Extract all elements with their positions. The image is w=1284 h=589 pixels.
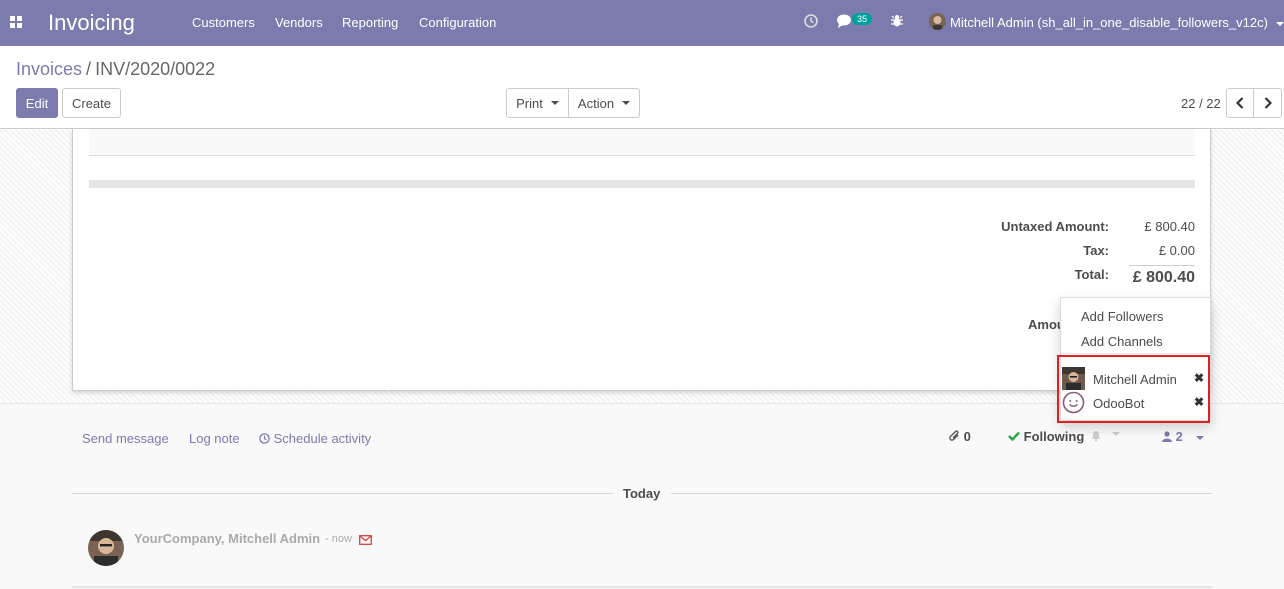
activity-clock-icon[interactable]	[804, 14, 818, 31]
chevron-down-icon	[1111, 432, 1120, 436]
apps-menu-icon[interactable]	[10, 16, 22, 28]
pager-value[interactable]: 22 / 22	[1181, 96, 1221, 111]
debug-bug-icon[interactable]	[891, 14, 903, 31]
pager-next-button[interactable]	[1253, 88, 1282, 118]
print-label: Print	[516, 95, 543, 111]
chevron-down-icon	[550, 101, 559, 105]
pager-previous-button[interactable]	[1226, 88, 1254, 118]
invoice-sheet: Untaxed Amount: £ 800.40 Tax: £ 0.00 Tot…	[72, 129, 1211, 391]
menu-configuration[interactable]: Configuration	[419, 15, 496, 30]
chevron-down-icon	[622, 101, 631, 105]
subscription-bell-dropdown[interactable]	[1090, 430, 1120, 445]
following-label: Following	[1023, 429, 1085, 444]
following-button[interactable]: Following	[1008, 429, 1084, 444]
menu-customers[interactable]: Customers	[192, 15, 255, 30]
invoice-lines-footer	[89, 180, 1195, 188]
check-icon	[1008, 431, 1020, 442]
date-separator-line	[671, 493, 1212, 494]
action-label: Action	[577, 95, 615, 111]
total-value: £ 800.40	[1132, 269, 1195, 286]
chevron-right-icon	[1264, 97, 1272, 109]
message-author-avatar[interactable]	[88, 530, 124, 566]
untaxed-amount-label: Untaxed Amount:	[1001, 219, 1109, 234]
menu-vendors[interactable]: Vendors	[275, 15, 323, 30]
action-dropdown-button[interactable]: Action	[568, 88, 640, 118]
bell-icon	[1091, 431, 1101, 442]
followers-button[interactable]: 2	[1162, 429, 1205, 444]
top-navbar: Invoicing Customers Vendors Reporting Co…	[0, 0, 1284, 46]
followers-highlight-box	[1057, 355, 1210, 423]
add-channels-item[interactable]: Add Channels	[1081, 334, 1163, 349]
attachments-button[interactable]: 0	[949, 429, 971, 444]
log-note-button[interactable]: Log note	[189, 431, 240, 446]
control-panel: Invoices / INV/2020/0022 Edit Create Print…	[0, 46, 1284, 129]
chevron-down-icon	[1275, 21, 1284, 26]
send-message-button[interactable]: Send message	[82, 431, 169, 446]
attachments-count: 0	[963, 429, 971, 444]
clock-icon	[259, 433, 270, 444]
add-followers-item[interactable]: Add Followers	[1081, 309, 1163, 324]
edit-button[interactable]: Edit	[16, 88, 58, 118]
untaxed-amount-value: £ 800.40	[1144, 219, 1195, 234]
chevron-left-icon	[1236, 97, 1244, 109]
breadcrumb: Invoices / INV/2020/0022	[16, 59, 215, 80]
date-separator-line	[72, 493, 613, 494]
app-title[interactable]: Invoicing	[48, 10, 135, 36]
user-name-label: Mitchell Admin (sh_all_in_one_disable_fo…	[950, 15, 1268, 30]
tax-label: Tax:	[1083, 243, 1109, 258]
user-icon	[1162, 431, 1172, 442]
chevron-down-icon	[1196, 435, 1205, 440]
total-divider	[1129, 265, 1195, 266]
breadcrumb-invoices[interactable]: Invoices	[16, 59, 82, 79]
user-menu[interactable]: Mitchell Admin (sh_all_in_one_disable_fo…	[950, 15, 1284, 30]
date-separator-label: Today	[623, 486, 661, 501]
total-label: Total:	[1074, 267, 1109, 282]
create-button[interactable]: Create	[62, 88, 121, 118]
messages-chat-icon[interactable]	[837, 14, 853, 31]
schedule-activity-label: Schedule activity	[273, 431, 372, 446]
envelope-icon[interactable]	[359, 533, 372, 548]
followers-count: 2	[1175, 429, 1183, 444]
paperclip-icon	[949, 430, 959, 441]
menu-reporting[interactable]: Reporting	[342, 15, 398, 30]
print-dropdown-button[interactable]: Print	[506, 88, 569, 118]
messages-count-badge: 35	[852, 13, 873, 25]
invoice-lines-row	[89, 129, 1195, 156]
dropdown-divider	[1061, 353, 1210, 354]
breadcrumb-current: INV/2020/0022	[95, 59, 216, 79]
tax-value: £ 0.00	[1158, 243, 1195, 258]
breadcrumb-separator: /	[86, 59, 92, 79]
schedule-activity-button[interactable]: Schedule activity	[259, 431, 371, 446]
message-author[interactable]: YourCompany, Mitchell Admin	[134, 531, 320, 546]
message-timestamp: - now	[325, 533, 352, 545]
user-avatar[interactable]	[929, 13, 946, 30]
message-divider	[72, 586, 1212, 588]
